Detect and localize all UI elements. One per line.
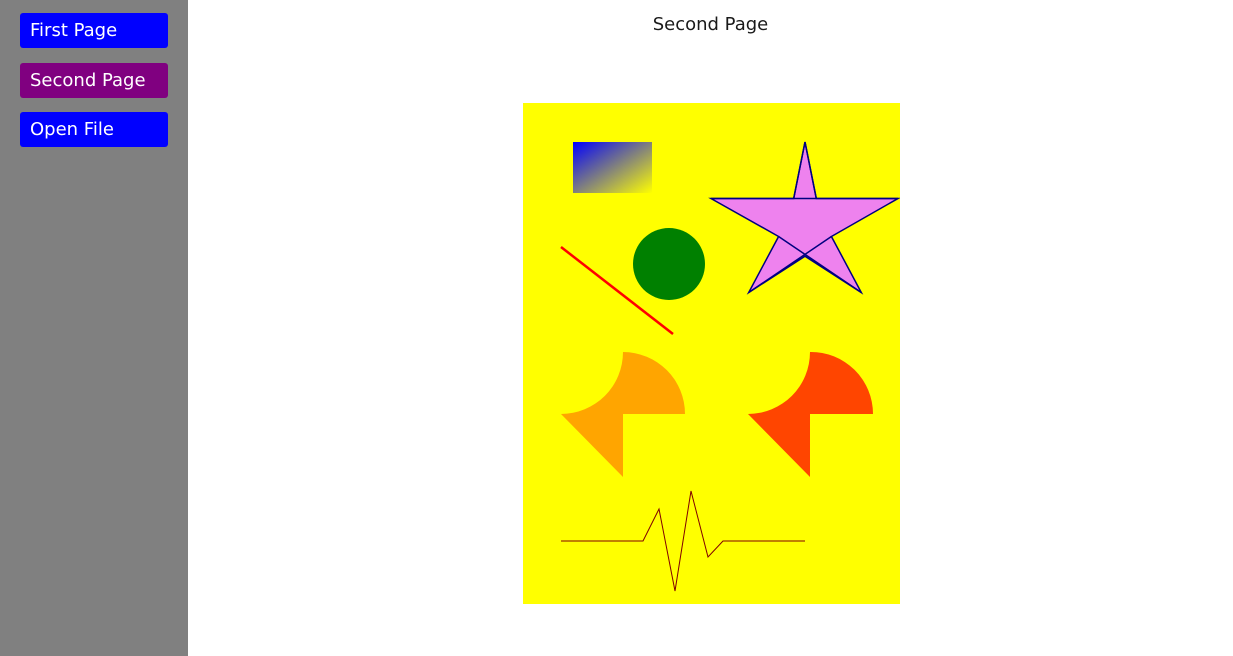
- gradient-rectangle: [573, 142, 652, 193]
- main-content: Second Page: [188, 0, 1233, 656]
- second-page-button[interactable]: Second Page: [20, 63, 168, 98]
- open-file-button[interactable]: Open File: [20, 112, 168, 147]
- drawing-canvas: [523, 103, 900, 604]
- sidebar: First Page Second Page Open File: [0, 0, 188, 656]
- app-window: First Page Second Page Open File Second …: [0, 0, 1233, 656]
- page-title: Second Page: [652, 14, 769, 35]
- green-circle: [633, 228, 705, 300]
- first-page-button[interactable]: First Page: [20, 13, 168, 48]
